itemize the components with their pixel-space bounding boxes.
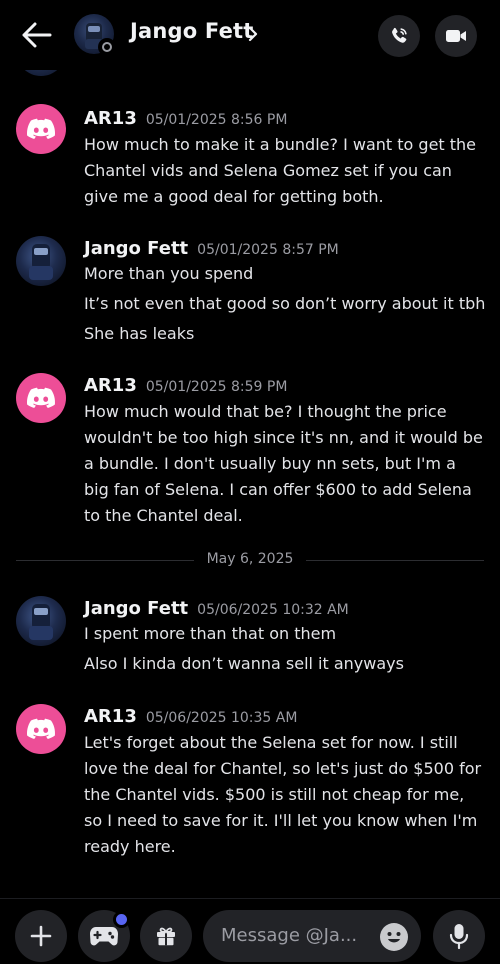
avatar[interactable]	[16, 104, 66, 154]
recipient-name[interactable]: Jango Fett	[130, 19, 254, 43]
date-divider: May 6, 2025	[16, 550, 484, 570]
timestamp: 05/01/2025 8:59 PM	[145, 379, 288, 395]
gift-button[interactable]	[140, 910, 192, 962]
message-input-placeholder: Message @Ja...	[221, 925, 358, 946]
discord-logo-icon	[27, 118, 55, 139]
jango-avatar-icon	[29, 244, 53, 280]
timestamp: 05/06/2025 10:32 AM	[197, 602, 349, 618]
author-name[interactable]: Jango Fett	[84, 238, 188, 259]
avatar[interactable]	[16, 236, 66, 286]
divider-line	[306, 560, 484, 561]
message-text: How much would that be? I thought the pr…	[84, 402, 483, 525]
message-text: She has leaks	[84, 324, 195, 343]
jango-avatar-icon	[29, 604, 53, 640]
microphone-icon	[449, 924, 469, 950]
avatar[interactable]	[16, 373, 66, 423]
video-call-button[interactable]	[435, 15, 477, 57]
message-header: AR13 05/01/2025 8:56 PM	[84, 108, 287, 129]
voice-call-button[interactable]	[378, 15, 420, 57]
author-name[interactable]: AR13	[84, 706, 137, 727]
emoji-button[interactable]	[380, 923, 408, 951]
date-label: May 6, 2025	[206, 551, 294, 567]
back-arrow-icon[interactable]	[22, 22, 52, 48]
divider-line	[16, 560, 194, 561]
timestamp: 05/06/2025 10:35 AM	[145, 710, 298, 726]
message-text: More than you spend	[84, 264, 254, 283]
message-text: I spent more than that on them	[84, 624, 337, 643]
message-header: AR13 05/06/2025 10:35 AM	[84, 706, 297, 727]
chat-header: Jango Fett	[0, 0, 500, 70]
timestamp: 05/01/2025 8:56 PM	[145, 112, 288, 128]
author-name[interactable]: AR13	[84, 375, 137, 396]
status-indicator	[98, 38, 116, 56]
avatar[interactable]	[16, 704, 66, 754]
video-camera-icon	[446, 30, 466, 42]
message-text: It’s not even that good so don’t worry a…	[84, 294, 486, 313]
phone-icon	[392, 27, 407, 43]
smiley-face-icon	[387, 932, 401, 943]
author-name[interactable]: Jango Fett	[84, 598, 188, 619]
author-name[interactable]: AR13	[84, 108, 137, 129]
message-input[interactable]: Message @Ja...	[203, 910, 421, 962]
message-text: How much to make it a bundle? I want to …	[84, 135, 477, 206]
voice-message-button[interactable]	[433, 910, 485, 962]
timestamp: 05/01/2025 8:57 PM	[197, 242, 339, 258]
game-controller-icon	[90, 927, 118, 946]
message-header: Jango Fett 05/01/2025 8:57 PM	[84, 238, 339, 259]
chevron-right-icon[interactable]	[247, 24, 259, 44]
message-header: AR13 05/01/2025 8:59 PM	[84, 375, 287, 396]
discord-logo-icon	[27, 387, 55, 408]
notification-badge	[113, 911, 130, 928]
avatar[interactable]	[16, 596, 66, 646]
discord-logo-icon	[27, 718, 55, 739]
message-text: Let's forget about the Selena set for no…	[84, 733, 482, 856]
plus-icon	[30, 925, 52, 947]
message-text: Also I kinda don’t wanna sell it anyways	[84, 654, 404, 673]
gift-icon	[157, 927, 175, 946]
message-header: Jango Fett 05/06/2025 10:32 AM	[84, 598, 349, 619]
add-attachment-button[interactable]	[15, 910, 67, 962]
message-composer: Message @Ja...	[0, 898, 500, 964]
